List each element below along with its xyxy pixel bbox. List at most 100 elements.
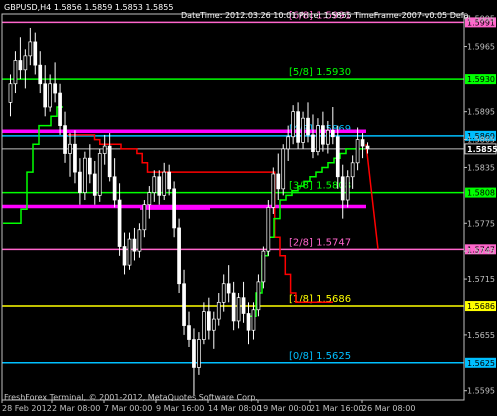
candle-body (92, 173, 97, 196)
murrey-label: [5/8] 1.5930 (289, 67, 351, 78)
candle-body (83, 157, 87, 193)
candle-body (23, 55, 28, 71)
candle-body (281, 148, 286, 190)
candle-body (132, 238, 137, 252)
candle-body (261, 250, 266, 283)
candle-body (137, 229, 142, 252)
candle-body (73, 143, 77, 173)
candle-body (117, 199, 122, 247)
y-tick-label: 1.5715 (467, 275, 495, 284)
candle-body (38, 64, 43, 85)
y-tick-label: 1.5865 (467, 136, 495, 145)
candle-body (8, 83, 13, 103)
candle-body (112, 176, 117, 201)
candle-body (306, 117, 310, 136)
candle-body (43, 83, 48, 108)
candle-body (182, 283, 186, 326)
candle-body (335, 136, 340, 178)
level-tag-value: 1.5930 (467, 75, 495, 84)
x-tick-label: 28 Feb 2012 (2, 404, 52, 413)
candle-body (350, 162, 355, 178)
x-tick-label: 19 Mar 00:00 (258, 404, 311, 413)
candle-body (365, 145, 370, 150)
price-tag-value: 1.5855 (467, 145, 497, 154)
candle-body (221, 283, 226, 303)
candle-body (360, 139, 365, 147)
ohlc-values: 1.5856 1.5859 1.5853 1.5855 (53, 3, 174, 12)
candle-body (251, 309, 256, 331)
candle-body (63, 125, 67, 154)
candle-body (157, 176, 162, 196)
candle-body (216, 301, 221, 320)
candle-body (271, 173, 276, 208)
candle-body (266, 207, 271, 252)
candle-body (325, 129, 330, 145)
copyright-text: FreshForex Terminal, © 2001-2012, MetaQu… (4, 393, 258, 402)
candle-body (147, 192, 152, 206)
projection-line (365, 144, 379, 250)
x-tick-label: 2 Mar 08:00 (52, 404, 100, 413)
candle-body (231, 292, 236, 322)
candle-body (311, 134, 315, 153)
y-tick-label: 1.5745 (467, 247, 495, 256)
candle-body (122, 246, 127, 266)
candle-body (18, 60, 23, 71)
candle-body (296, 111, 300, 143)
candle-body (33, 41, 38, 66)
y-tick-label: 1.5595 (467, 387, 495, 396)
candle-body (127, 238, 132, 266)
x-tick-label: 9 Mar 16:00 (156, 404, 204, 413)
chart-canvas: [6/8] 1.5991[5/8] 1.5930[4/8] 1.5869[3/8… (1, 10, 497, 413)
x-tick-label: 7 Mar 00:00 (104, 404, 152, 413)
candle-body (152, 176, 157, 193)
candlesticks (8, 27, 370, 396)
candle-body (167, 171, 172, 190)
y-tick-label: 1.5995 (467, 15, 495, 24)
candle-body (236, 297, 241, 322)
supertrend-red-line (68, 134, 333, 304)
candle-body (172, 188, 176, 229)
candle-body (102, 145, 107, 154)
indicator-label: DateTime: 2012.03.26 10:01 Price: 1.5855… (181, 11, 448, 20)
level-tag-value: 1.5625 (467, 359, 495, 368)
candle-body (241, 297, 246, 314)
y-tick-label: 1.5655 (467, 331, 495, 340)
candle-body (355, 139, 360, 164)
x-tick-label: 21 Mar 16:00 (310, 404, 363, 413)
candle-body (321, 125, 325, 145)
candle-body (202, 311, 206, 340)
symbol-info: GBPUSD,H4 1.5856 1.5859 1.5853 1.5855 (4, 3, 173, 12)
candle-body (211, 318, 216, 331)
candle-body (256, 281, 261, 311)
indicator-info: DateTime: 2012.03.26 10:01 Price: 1.5855… (181, 11, 469, 20)
candle-body (78, 171, 82, 193)
candle-body (226, 283, 231, 294)
x-tick-label: 14 Mar 08:00 (208, 404, 261, 413)
candle-body (301, 117, 305, 143)
indicator-tail: Defa (449, 11, 469, 20)
candle-body (246, 313, 251, 331)
level-tag-value: 1.5686 (467, 302, 495, 311)
x-tick-label: 26 Mar 08:00 (362, 404, 415, 413)
candle-body (192, 339, 196, 368)
murrey-label: [0/8] 1.5625 (289, 351, 351, 362)
candle-body (142, 204, 147, 231)
candle-body (87, 157, 92, 175)
candle-body (97, 153, 102, 196)
murrey-label: [2/8] 1.5747 (289, 237, 351, 248)
candle-body (177, 227, 181, 285)
y-tick-label: 1.5835 (467, 163, 495, 172)
candle-body (206, 311, 211, 331)
candle-body (162, 171, 167, 196)
candle-body (286, 136, 291, 150)
candle-body (107, 145, 112, 178)
candle-body (53, 83, 57, 94)
candle-body (58, 92, 62, 126)
symbol-label: GBPUSD,H4 (4, 3, 52, 12)
candle-body (13, 60, 18, 85)
candle-body (330, 129, 335, 138)
candle-body (48, 83, 53, 108)
candle-body (316, 125, 320, 153)
y-tick-label: 1.5965 (467, 43, 495, 52)
candle-body (28, 41, 33, 57)
